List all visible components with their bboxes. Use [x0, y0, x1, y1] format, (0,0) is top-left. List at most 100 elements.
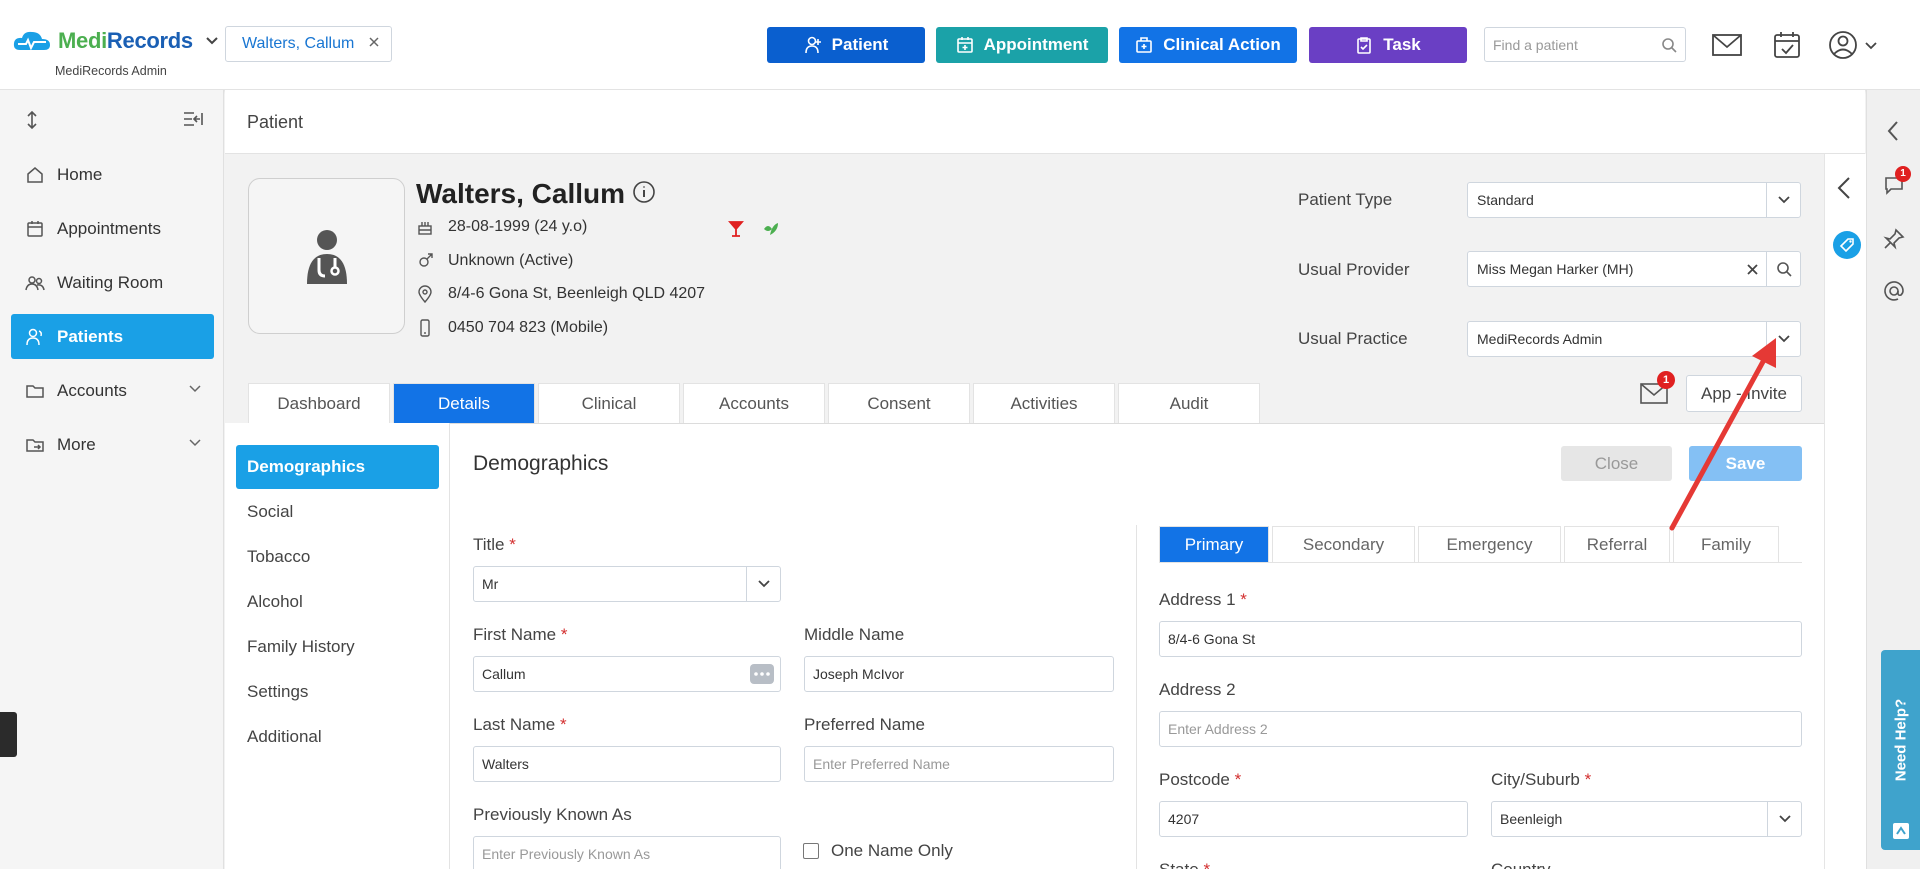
- address-tab-emergency[interactable]: Emergency: [1418, 526, 1561, 562]
- page-header: Patient: [225, 90, 1865, 154]
- subnav-alcohol[interactable]: Alcohol: [236, 580, 439, 624]
- subnav-settings[interactable]: Settings: [236, 670, 439, 714]
- chevron-left-icon[interactable]: [1836, 176, 1852, 200]
- save-button[interactable]: Save: [1689, 446, 1802, 481]
- sidebar-item-more[interactable]: More: [11, 422, 214, 467]
- chevron-down-icon[interactable]: [188, 436, 202, 450]
- first-name-input[interactable]: Callum: [473, 656, 781, 692]
- first-name-label: First Name *: [473, 625, 568, 644]
- address-tab-primary[interactable]: Primary: [1159, 526, 1269, 562]
- one-name-only-checkbox[interactable]: [803, 843, 819, 859]
- subnav-demographics[interactable]: Demographics: [236, 445, 439, 489]
- new-patient-button[interactable]: Patient: [767, 27, 925, 63]
- address1-label: Address 1 *: [1159, 590, 1247, 609]
- folder-icon: [26, 384, 44, 398]
- top-bar: MediRecords MediRecords Admin Walters, C…: [0, 0, 1920, 90]
- subnav-tobacco[interactable]: Tobacco: [236, 535, 439, 579]
- address-tab-referral[interactable]: Referral: [1564, 526, 1670, 562]
- sidebar-item-waiting-room[interactable]: Waiting Room: [11, 260, 214, 305]
- column-divider: [1136, 525, 1137, 869]
- new-task-button[interactable]: Task: [1309, 27, 1467, 63]
- new-patient-label: Patient: [831, 35, 889, 54]
- clear-icon[interactable]: [1747, 264, 1758, 275]
- sidebar-item-appointments[interactable]: Appointments: [11, 206, 214, 251]
- chevron-down-icon[interactable]: [1766, 183, 1800, 217]
- resize-vertical-icon[interactable]: [24, 110, 40, 130]
- more-options-icon[interactable]: [750, 664, 774, 684]
- city-select[interactable]: Beenleigh: [1491, 801, 1802, 837]
- title-select[interactable]: Mr: [473, 566, 781, 602]
- chevron-down-icon[interactable]: [1767, 802, 1801, 836]
- patient-type-select[interactable]: Standard: [1467, 182, 1801, 218]
- subnav-additional[interactable]: Additional: [236, 715, 439, 759]
- sidebar-item-home[interactable]: Home: [11, 152, 214, 197]
- new-appointment-button[interactable]: Appointment: [936, 27, 1108, 63]
- chevron-down-icon[interactable]: [205, 33, 219, 49]
- patient-avatar[interactable]: [248, 178, 405, 334]
- calendar-check-icon[interactable]: [1771, 30, 1803, 60]
- search-icon[interactable]: [1661, 37, 1677, 53]
- brand-logo[interactable]: MediRecords: [12, 28, 219, 54]
- patient-gender: Unknown (Active): [448, 252, 574, 269]
- sidebar-item-patients[interactable]: Patients: [11, 314, 214, 359]
- sidebar-tools: [24, 110, 204, 130]
- user-menu-icon[interactable]: [1828, 30, 1884, 60]
- address2-input[interactable]: Enter Address 2: [1159, 711, 1802, 747]
- calendar-icon: [27, 220, 43, 237]
- tab-details[interactable]: Details: [393, 383, 535, 423]
- clipboard-check-icon: [1357, 37, 1372, 54]
- subnav-social[interactable]: Social: [236, 490, 439, 534]
- find-patient-input[interactable]: Find a patient: [1484, 27, 1686, 62]
- sidebar-item-label: More: [57, 434, 96, 454]
- preferred-name-input[interactable]: Enter Preferred Name: [804, 746, 1114, 782]
- clinical-action-button[interactable]: Clinical Action: [1119, 27, 1297, 63]
- usual-provider-field[interactable]: Miss Megan Harker (MH): [1467, 251, 1801, 287]
- home-icon: [27, 166, 43, 183]
- open-patient-name[interactable]: Walters, Callum: [242, 35, 354, 53]
- tab-clinical[interactable]: Clinical: [538, 383, 680, 423]
- app-invite-button[interactable]: App - Invite: [1686, 375, 1802, 412]
- cloud-logo-icon: [12, 28, 52, 54]
- usual-practice-value: MediRecords Admin: [1477, 331, 1603, 347]
- collapse-sidebar-icon[interactable]: [182, 110, 204, 128]
- chevron-down-icon[interactable]: [188, 382, 202, 396]
- patient-dob-row: 28-08-1999 (24 y.o): [416, 218, 587, 236]
- subnav-family-history[interactable]: Family History: [236, 625, 439, 669]
- postcode-value: 4207: [1168, 811, 1200, 827]
- need-help-tab[interactable]: Need Help?: [1881, 650, 1920, 850]
- usual-practice-select[interactable]: MediRecords Admin: [1467, 321, 1801, 357]
- tab-accounts[interactable]: Accounts: [683, 383, 825, 423]
- left-drawer-handle[interactable]: [0, 712, 17, 757]
- patient-phone: 0450 704 823 (Mobile): [448, 319, 609, 336]
- tab-audit[interactable]: Audit: [1118, 383, 1260, 423]
- brand-name: MediRecords: [58, 28, 193, 53]
- middle-name-input[interactable]: Joseph McIvor: [804, 656, 1114, 692]
- info-icon[interactable]: [632, 180, 656, 204]
- page-title: Patient: [247, 112, 304, 132]
- tag-icon[interactable]: [1832, 230, 1862, 260]
- address-tab-secondary[interactable]: Secondary: [1272, 526, 1415, 562]
- postcode-label: Postcode *: [1159, 770, 1242, 789]
- pin-icon[interactable]: [1883, 228, 1905, 250]
- leaf-icon: [764, 223, 778, 235]
- previously-known-input[interactable]: Enter Previously Known As: [473, 836, 781, 869]
- at-sign-icon[interactable]: [1883, 280, 1905, 302]
- chevron-left-icon[interactable]: [1885, 120, 1901, 142]
- tab-consent[interactable]: Consent: [828, 383, 970, 423]
- chevron-down-icon[interactable]: [746, 567, 780, 601]
- postcode-input[interactable]: 4207: [1159, 801, 1468, 837]
- tab-activities[interactable]: Activities: [973, 383, 1115, 423]
- last-name-input[interactable]: Walters: [473, 746, 781, 782]
- close-button[interactable]: Close: [1561, 446, 1672, 481]
- mail-icon[interactable]: [1711, 30, 1743, 60]
- sidebar-item-accounts[interactable]: Accounts: [11, 368, 214, 413]
- address1-input[interactable]: 8/4-6 Gona St: [1159, 621, 1802, 657]
- chevron-down-icon[interactable]: [1766, 322, 1800, 356]
- open-patient-chip[interactable]: Walters, Callum: [225, 26, 392, 62]
- address-tab-family[interactable]: Family: [1673, 526, 1779, 562]
- search-icon[interactable]: [1766, 252, 1800, 286]
- close-icon[interactable]: [368, 35, 380, 53]
- patient-gender-row: Unknown (Active): [416, 252, 573, 270]
- medical-bag-icon: [1136, 37, 1153, 53]
- tab-dashboard[interactable]: Dashboard: [248, 383, 390, 423]
